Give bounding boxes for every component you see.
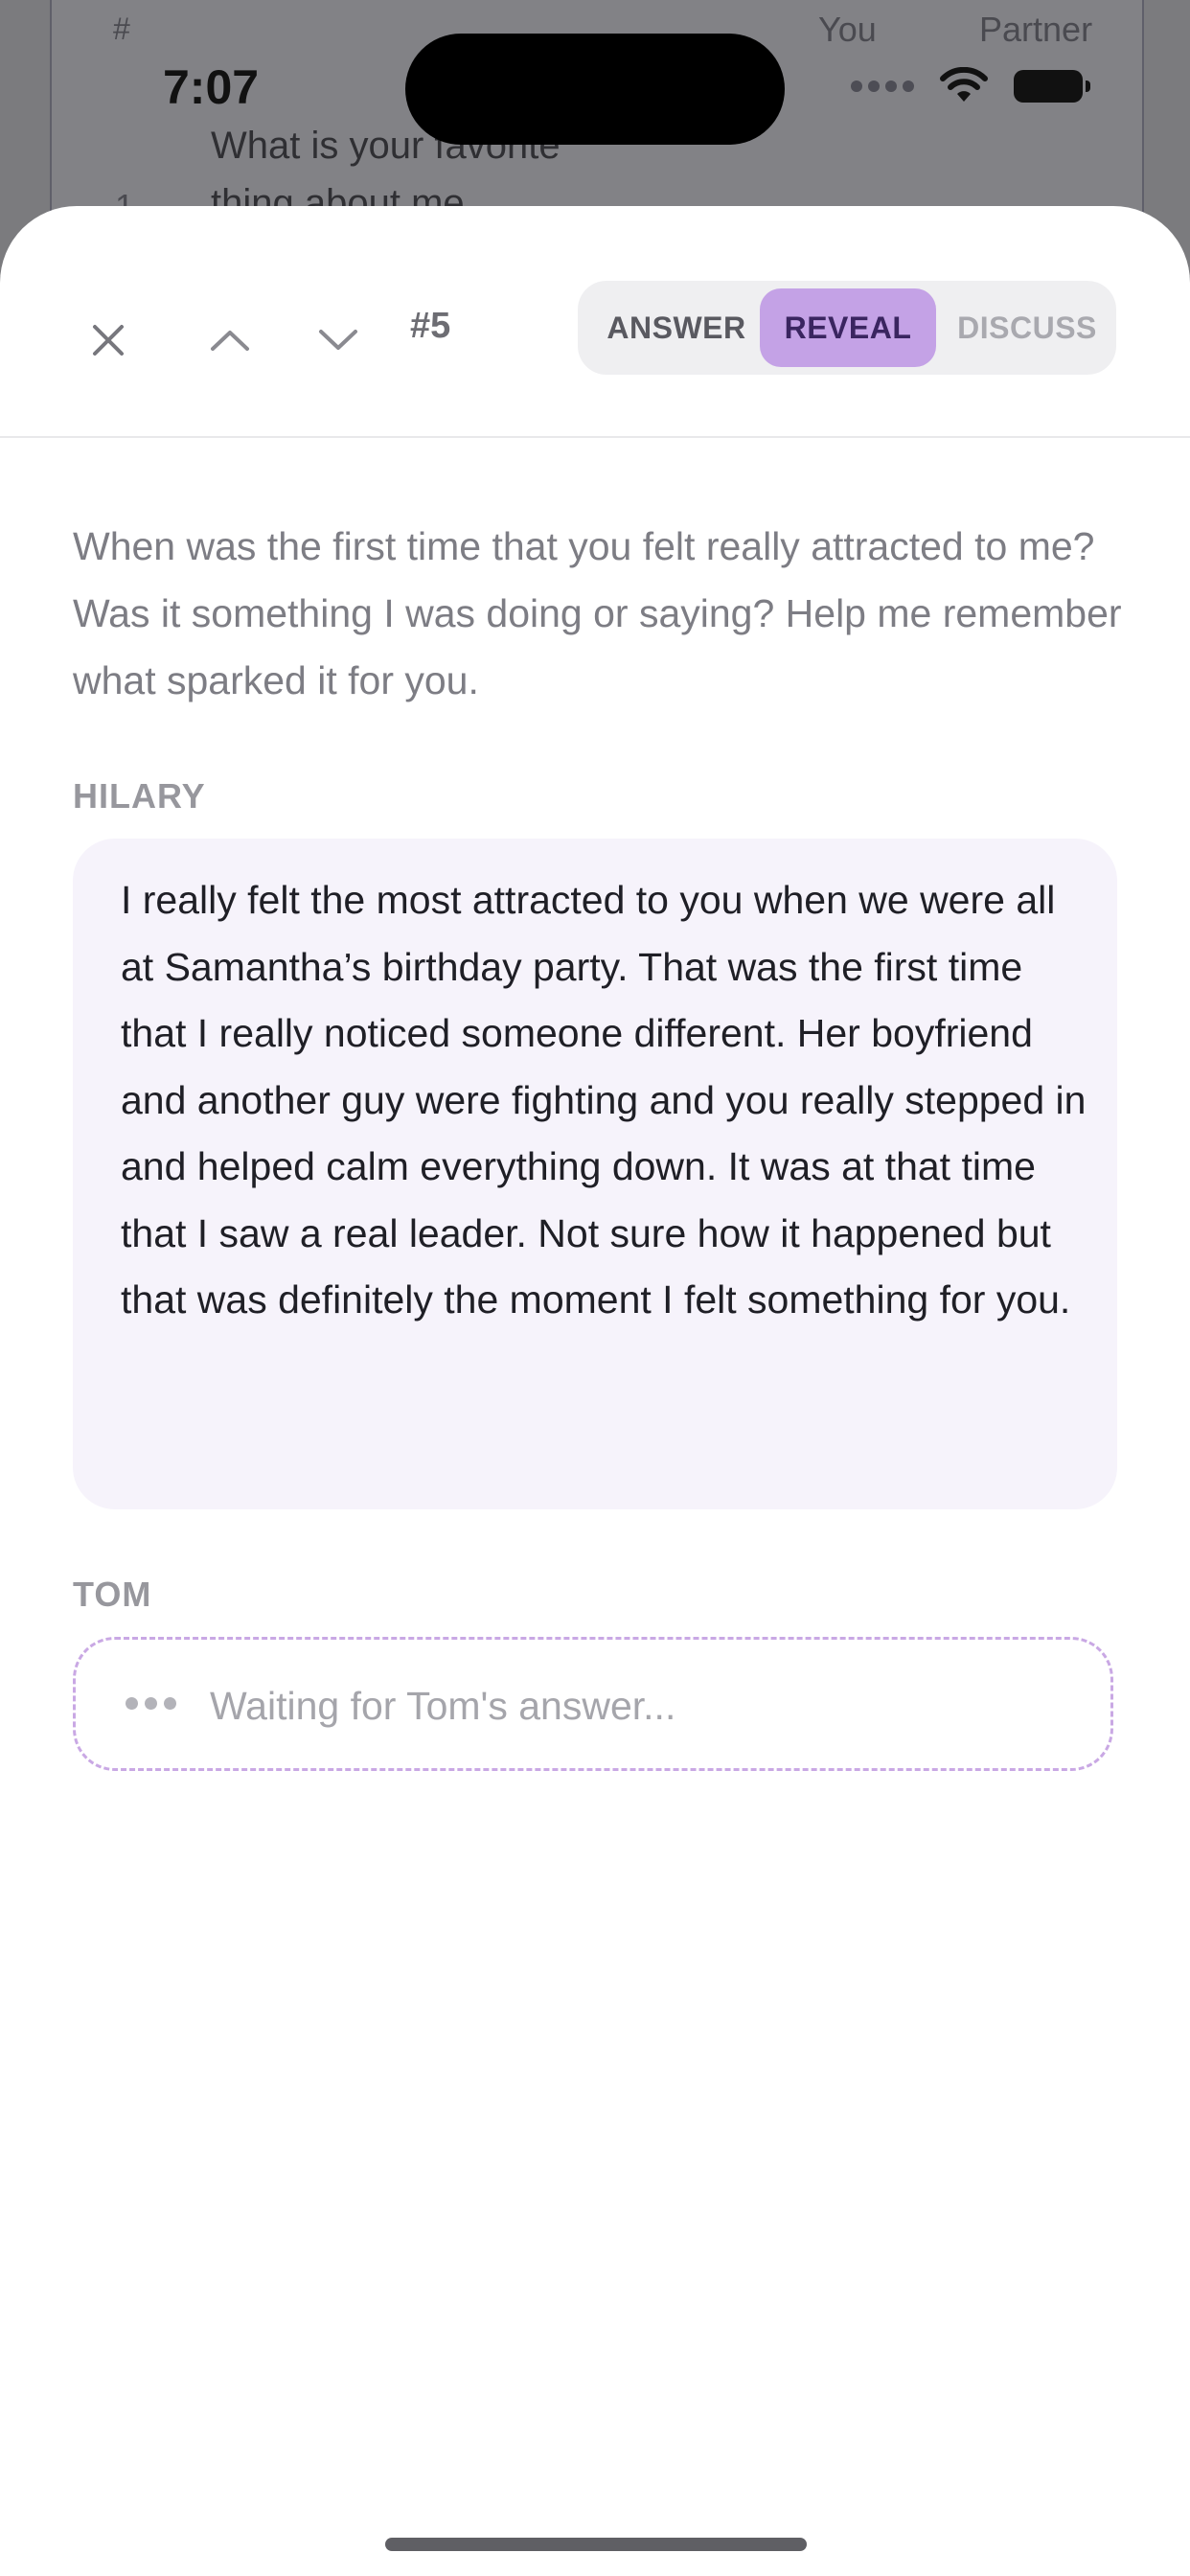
col-number-header: #	[113, 12, 130, 46]
typing-dots-icon	[126, 1697, 176, 1710]
question-text: When was the first time that you felt re…	[73, 524, 1122, 702]
signal-icon	[851, 80, 914, 92]
next-question-button[interactable]	[305, 307, 372, 374]
col-you-header: You	[818, 10, 877, 49]
answer-author-tom: TOM	[73, 1575, 152, 1614]
wifi-icon	[940, 67, 988, 102]
col-partner-header: Partner	[979, 10, 1093, 49]
waiting-text-tom: Waiting for Tom's answer...	[210, 1684, 676, 1728]
question-sheet: #5 ANSWER REVEAL DISCUSS When was the fi…	[0, 206, 1190, 2576]
question-number: #5	[410, 306, 451, 346]
close-icon	[93, 325, 124, 356]
tab-discuss[interactable]: DISCUSS	[942, 288, 1112, 367]
battery-icon	[1014, 70, 1090, 103]
answer-card-hilary: I really felt the most attracted to you …	[73, 839, 1117, 1509]
dynamic-island	[405, 34, 785, 145]
sheet-header: #5 ANSWER REVEAL DISCUSS	[0, 206, 1190, 438]
tab-answer[interactable]: ANSWER	[595, 288, 758, 367]
chevron-up-icon	[211, 331, 249, 351]
close-button[interactable]	[75, 307, 142, 374]
answer-author-hilary: HILARY	[73, 776, 206, 816]
status-icons	[851, 67, 1090, 105]
waiting-answer-card-tom: Waiting for Tom's answer...	[73, 1637, 1113, 1771]
home-indicator	[385, 2538, 807, 2551]
status-time: 7:07	[163, 60, 260, 114]
chevron-down-icon	[319, 330, 357, 350]
mode-segmented-control: ANSWER REVEAL DISCUSS	[578, 281, 1116, 375]
tab-reveal[interactable]: REVEAL	[760, 288, 936, 367]
answer-text-hilary: I really felt the most attracted to you …	[121, 878, 1087, 1322]
previous-question-button[interactable]	[196, 307, 263, 374]
